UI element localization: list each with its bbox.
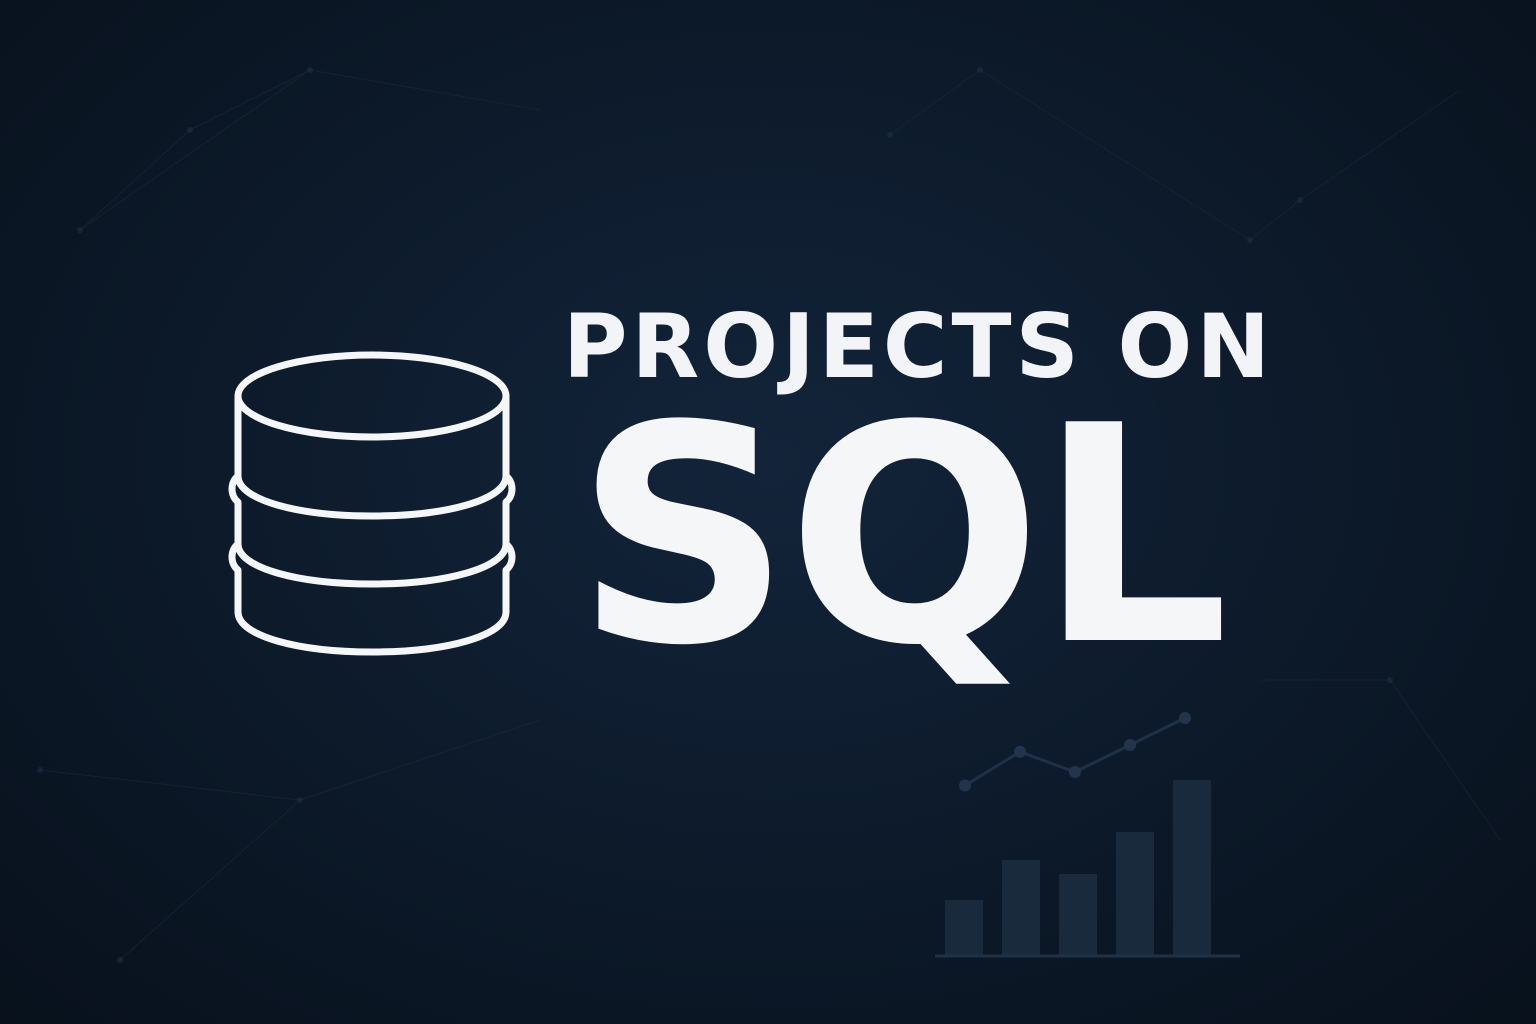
bar-1 [945, 900, 983, 956]
trend-dots [959, 712, 1191, 792]
bar-4 [1116, 832, 1154, 956]
title-line-2: SQL [575, 362, 1229, 711]
database-icon [228, 351, 516, 656]
bar-chart-bars [945, 780, 1211, 956]
bar-3 [1059, 874, 1097, 956]
trend-dot-2 [1014, 745, 1026, 758]
banner: PROJECTS ON SQL [0, 0, 1536, 1024]
bar-2 [1002, 860, 1040, 956]
bar-chart-icon [935, 712, 1240, 958]
trend-dot-1 [959, 779, 971, 792]
trend-dot-5 [1179, 712, 1191, 724]
bar-5 [1173, 780, 1211, 956]
trend-dot-4 [1124, 739, 1136, 751]
trend-dot-3 [1069, 766, 1081, 778]
